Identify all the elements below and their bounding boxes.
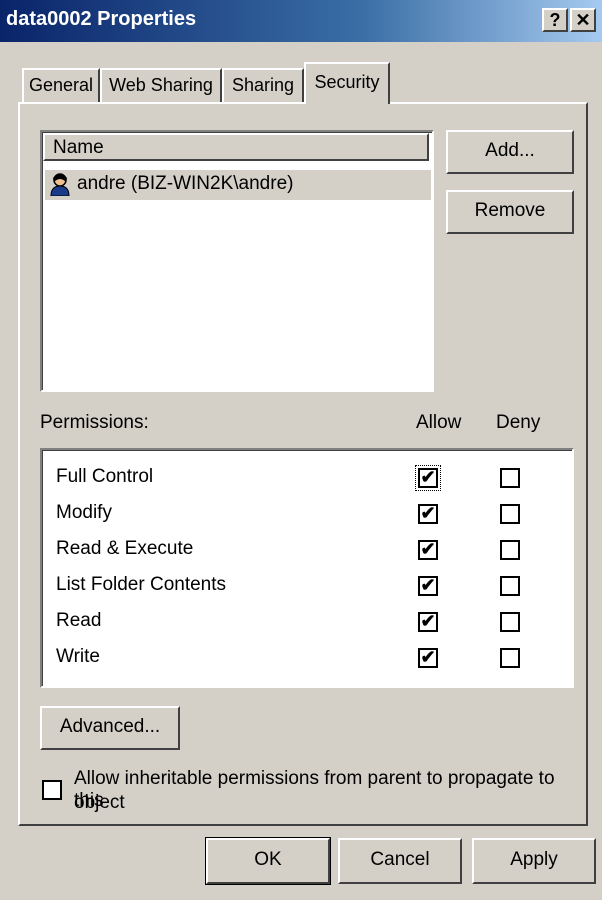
permission-name: List Folder Contents [56,574,227,595]
permission-row: Full Control ✔ [42,462,572,494]
permission-name: Full Control [56,466,154,487]
close-button[interactable]: ✕ [570,8,596,32]
permission-row: Write ✔ [42,642,572,674]
allow-checkbox-read[interactable]: ✔ [418,612,438,632]
checkmark-icon: ✔ [420,611,436,631]
permission-name: Modify [56,502,112,523]
name-column-label: Name [53,137,104,158]
checkmark-icon: ✔ [420,575,436,595]
deny-checkbox-list-folder-contents[interactable] [500,576,520,596]
checkmark-icon: ✔ [420,467,436,487]
permission-row: Modify ✔ [42,498,572,530]
user-name: andre (BIZ-WIN2K\andre) [77,173,294,194]
inherit-permissions-label-line2: object [74,792,125,813]
user-list-item[interactable]: andre (BIZ-WIN2K\andre) [45,170,431,200]
name-column-header[interactable]: Name [43,133,429,161]
security-panel: Name andre (BIZ-WIN2K\andre) Add... Remo… [18,102,588,826]
deny-header: Deny [496,412,541,433]
deny-checkbox-read-execute[interactable] [500,540,520,560]
allow-checkbox-list-folder-contents[interactable]: ✔ [418,576,438,596]
allow-header: Allow [416,412,462,433]
user-icon [49,172,71,197]
permission-name: Read & Execute [56,538,194,559]
deny-checkbox-full-control[interactable] [500,468,520,488]
window-title: data0002 Properties [6,8,197,30]
title-bar[interactable]: data0002 Properties ? ✕ [0,0,602,42]
permissions-label: Permissions: [40,412,149,433]
permissions-list: Full Control ✔ Modify ✔ Read & Execute ✔… [40,448,574,688]
allow-checkbox-read-execute[interactable]: ✔ [418,540,438,560]
inherit-permissions-checkbox[interactable] [42,780,62,800]
permission-row: Read ✔ [42,606,572,638]
allow-checkbox-full-control[interactable]: ✔ [415,465,441,491]
inherit-permissions-label-line1: Allow inheritable permissions from paren… [74,768,555,811]
tab-sharing[interactable]: Sharing [222,68,304,102]
tab-general[interactable]: General [22,68,100,102]
checkmark-icon: ✔ [420,503,436,523]
allow-checkbox-write[interactable]: ✔ [418,648,438,668]
deny-checkbox-read[interactable] [500,612,520,632]
checkmark-icon: ✔ [420,647,436,667]
close-icon: ✕ [575,10,591,30]
cancel-button[interactable]: Cancel [338,838,462,884]
deny-checkbox-modify[interactable] [500,504,520,524]
tab-web-sharing[interactable]: Web Sharing [100,68,222,102]
help-button[interactable]: ? [542,8,568,32]
ok-button[interactable]: OK [205,837,331,885]
users-list[interactable]: Name andre (BIZ-WIN2K\andre) [40,130,434,392]
properties-dialog: data0002 Properties ? ✕ General Web Shar… [0,0,602,900]
add-button[interactable]: Add... [446,130,574,174]
checkmark-icon: ✔ [420,539,436,559]
tab-security[interactable]: Security [304,62,390,104]
deny-checkbox-write[interactable] [500,648,520,668]
allow-checkbox-modify[interactable]: ✔ [418,504,438,524]
permission-row: List Folder Contents ✔ [42,570,572,602]
remove-button[interactable]: Remove [446,190,574,234]
apply-button[interactable]: Apply [472,838,596,884]
permission-row: Read & Execute ✔ [42,534,572,566]
advanced-button[interactable]: Advanced... [40,706,180,750]
permission-name: Read [56,610,102,631]
permission-name: Write [56,646,100,667]
